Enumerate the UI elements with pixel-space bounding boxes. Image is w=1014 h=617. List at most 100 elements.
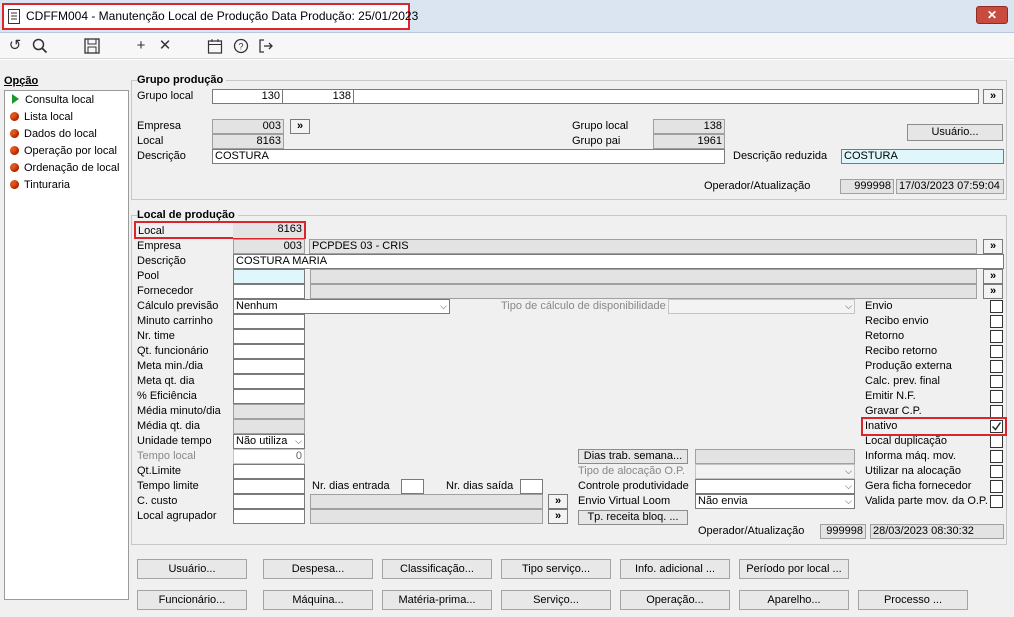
fornecedor-lookup[interactable]: » <box>983 284 1003 299</box>
descricao-reduzida-input[interactable]: COSTURA <box>841 149 1004 164</box>
qt-funcionario-input[interactable] <box>233 344 305 359</box>
tempo-local-input[interactable]: 0 <box>233 449 305 464</box>
tipo-alocacao-select[interactable]: ⌵ <box>695 464 855 479</box>
meta-qt-input[interactable] <box>233 374 305 389</box>
envio-virtual-loom-select[interactable]: Não envia ⌵ <box>695 494 855 509</box>
usuario-button-top[interactable]: Usuário... <box>907 124 1003 141</box>
sidebar-item-ordenacao-local[interactable]: Ordenação de local <box>10 161 119 176</box>
grupo-local-lookup-button[interactable]: » <box>983 89 1003 104</box>
meta-min-input[interactable] <box>233 359 305 374</box>
eficiencia-label: % Eficiência <box>137 390 197 402</box>
controle-produtividade-select[interactable]: ⌵ <box>695 479 855 494</box>
bottom-button[interactable]: Usuário... <box>137 559 247 579</box>
checkbox-label: Recibo retorno <box>865 345 938 357</box>
local-agrupador-input[interactable] <box>233 509 305 524</box>
local-empresa-lookup[interactable]: » <box>983 239 1003 254</box>
unidade-tempo-value: Não utiliza <box>236 435 288 447</box>
bullet-icon <box>10 163 19 172</box>
grupo-local-name-input[interactable] <box>353 89 979 104</box>
local-operador-value: 999998 <box>820 524 866 539</box>
checkbox[interactable] <box>990 450 1003 463</box>
bottom-button[interactable]: Classificação... <box>382 559 492 579</box>
empresa-lookup-button[interactable]: » <box>290 119 310 134</box>
envio-virtual-loom-value: Não envia <box>698 495 748 507</box>
undo-icon[interactable]: ↺ <box>5 36 25 56</box>
bottom-button[interactable]: Despesa... <box>263 559 373 579</box>
unidade-tempo-select[interactable]: Não utiliza ⌵ <box>233 434 305 449</box>
calculo-previsao-label: Cálculo previsão <box>137 300 219 312</box>
empresa-input[interactable]: 003 <box>212 119 284 134</box>
minuto-carrinho-input[interactable] <box>233 314 305 329</box>
grupo-local-desc-input[interactable]: 138 <box>282 89 354 104</box>
calendar-icon[interactable] <box>205 36 225 56</box>
nr-dias-saida-input[interactable] <box>520 479 543 494</box>
chevron-down-icon: ⌵ <box>845 466 852 476</box>
local-empresa-label: Empresa <box>137 240 182 252</box>
checkbox[interactable] <box>990 300 1003 313</box>
bottom-button[interactable]: Período por local ... <box>739 559 849 579</box>
help-icon[interactable]: ? <box>231 36 251 56</box>
nr-dias-entrada-input[interactable] <box>401 479 424 494</box>
bottom-button[interactable]: Aparelho... <box>739 590 849 610</box>
sidebar-item-label: Lista local <box>24 111 73 123</box>
grupo-local-input[interactable]: 130 <box>212 89 283 104</box>
eficiencia-input[interactable] <box>233 389 305 404</box>
checkbox[interactable] <box>990 330 1003 343</box>
bottom-button[interactable]: Operação... <box>620 590 730 610</box>
sidebar-item-consulta-local[interactable]: Consulta local <box>10 93 94 108</box>
envio-virtual-loom-label: Envio Virtual Loom <box>578 495 671 507</box>
checkbox[interactable] <box>990 390 1003 403</box>
add-icon[interactable]: + <box>131 36 151 56</box>
local-agrupador-lookup[interactable]: » <box>548 509 568 524</box>
checkbox[interactable] <box>990 435 1003 448</box>
grupo-local-code: 8163 <box>212 134 284 149</box>
pool-input[interactable] <box>233 269 305 284</box>
tp-receita-button[interactable]: Tp. receita bloq. ... <box>578 510 688 525</box>
close-button[interactable]: ✕ <box>976 6 1008 24</box>
search-icon[interactable] <box>30 36 50 56</box>
grupo-operador-value: 999998 <box>840 179 894 194</box>
sidebar-item-tinturaria[interactable]: Tinturaria <box>10 178 70 193</box>
sidebar-item-lista-local[interactable]: Lista local <box>10 110 73 125</box>
tipo-calculo-select[interactable]: ⌵ <box>668 299 855 314</box>
bottom-button[interactable]: Funcionário... <box>137 590 247 610</box>
c-custo-input[interactable] <box>233 494 305 509</box>
bottom-button[interactable]: Serviço... <box>501 590 611 610</box>
c-custo-lookup[interactable]: » <box>548 494 568 509</box>
checkbox[interactable] <box>990 495 1003 508</box>
checkbox-label: Produção externa <box>865 360 952 372</box>
bottom-button[interactable]: Matéria-prima... <box>382 590 492 610</box>
bottom-button[interactable]: Processo ... <box>858 590 968 610</box>
local-descricao-input[interactable]: COSTURA MARIA <box>233 254 1004 269</box>
checkbox[interactable] <box>990 480 1003 493</box>
exit-icon[interactable] <box>256 36 276 56</box>
dias-trab-semana-button[interactable]: Dias trab. semana... <box>578 449 688 464</box>
nr-time-input[interactable] <box>233 329 305 344</box>
bottom-button[interactable]: Tipo serviço... <box>501 559 611 579</box>
bottom-button[interactable]: Info. adicional ... <box>620 559 730 579</box>
local-label: Local <box>138 225 165 237</box>
dias-trab-semana-value <box>695 449 855 464</box>
grupo-pai-label: Grupo pai <box>572 135 621 147</box>
checkbox[interactable] <box>990 345 1003 358</box>
delete-icon[interactable]: ✕ <box>155 36 175 56</box>
local-empresa-nome: PCPDES 03 - CRIS <box>309 239 977 254</box>
qt-limite-input[interactable] <box>233 464 305 479</box>
fornecedor-input[interactable] <box>233 284 305 299</box>
checkbox[interactable] <box>990 375 1003 388</box>
local-atualizacao-value: 28/03/2023 08:30:32 <box>870 524 1004 539</box>
tempo-limite-input[interactable] <box>233 479 305 494</box>
pool-lookup[interactable]: » <box>983 269 1003 284</box>
checkbox[interactable] <box>990 315 1003 328</box>
save-icon[interactable] <box>82 36 102 56</box>
calculo-previsao-select[interactable]: Nenhum ⌵ <box>233 299 450 314</box>
checkbox[interactable] <box>990 360 1003 373</box>
tipo-calculo-label: Tipo de cálculo de disponibilidade <box>501 300 666 312</box>
sidebar-item-operacao-local[interactable]: Operação por local <box>10 144 117 159</box>
checkbox[interactable] <box>990 465 1003 478</box>
checkbox-label: Gera ficha fornecedor <box>865 480 972 492</box>
bottom-button[interactable]: Máquina... <box>263 590 373 610</box>
calculo-previsao-value: Nenhum <box>236 300 278 312</box>
grupo-descricao-input[interactable]: COSTURA <box>212 149 725 164</box>
sidebar-item-dados-local[interactable]: Dados do local <box>10 127 97 142</box>
